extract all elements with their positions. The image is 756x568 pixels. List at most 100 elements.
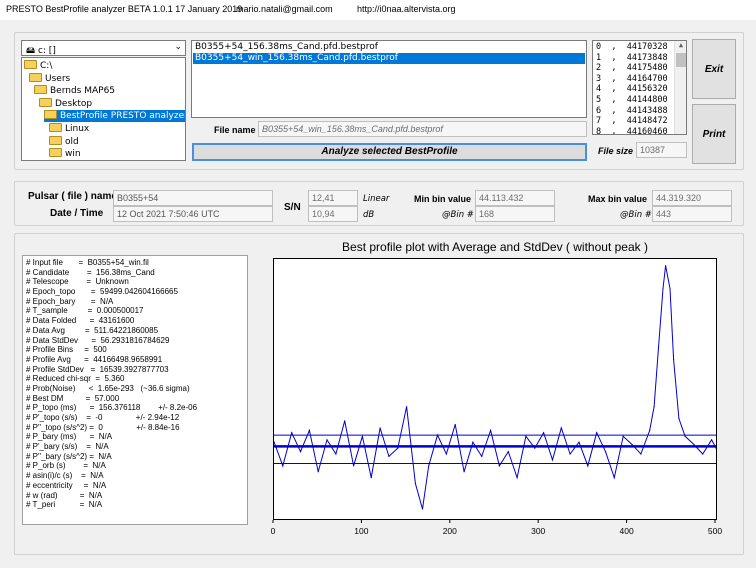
min-bin-value-label: Min bin value xyxy=(414,194,472,204)
x-tick-label: 200 xyxy=(443,526,457,536)
profile-point xyxy=(560,427,562,429)
profile-point xyxy=(665,265,667,267)
directory-item[interactable]: win xyxy=(49,148,81,160)
info-line: # Candidate = 156.38ms_Cand xyxy=(26,267,155,277)
author-email: mario.natali@gmail.com xyxy=(236,4,333,14)
bin-row[interactable]: 5 , 44144800 xyxy=(596,95,668,106)
info-line: # Best DM = 57.000 xyxy=(26,393,120,403)
profile-point xyxy=(291,432,293,434)
profile-point xyxy=(379,427,381,429)
drive-select[interactable]: 🖴 c: [] ⌄ xyxy=(21,40,186,56)
print-button[interactable]: Print xyxy=(692,104,736,164)
bin-row[interactable]: 2 , 44175480 xyxy=(596,63,668,74)
profile-point xyxy=(657,347,660,349)
file-item[interactable]: B0355+54_win_156.38ms_Cand.pfd.bestprof xyxy=(193,53,585,64)
directory-item[interactable]: Bernds MAP65 xyxy=(34,85,115,97)
folder-icon xyxy=(39,97,52,107)
profile-point xyxy=(640,453,642,455)
directory-item[interactable]: C:\ xyxy=(24,60,52,72)
profile-point xyxy=(428,465,430,467)
directory-label: win xyxy=(65,149,81,160)
profile-point xyxy=(454,423,456,426)
x-tick-label: 0 xyxy=(271,526,276,536)
analyze-button[interactable]: Analyze selected BestProfile xyxy=(192,143,587,161)
x-tick-label: 100 xyxy=(354,526,368,536)
profile-point xyxy=(596,432,598,434)
profile-point xyxy=(498,465,501,467)
profile-point xyxy=(631,443,633,446)
profile-point xyxy=(463,471,465,473)
info-line: # Reduced chi-sqr = 5.360 xyxy=(26,374,125,384)
profile-point xyxy=(587,465,589,467)
info-line: # Profile Avg = 44166498.9658991 xyxy=(26,354,163,364)
folder-icon xyxy=(29,72,42,82)
profile-point xyxy=(516,477,518,479)
file-list[interactable]: B0355+54_156.38ms_Cand.pfd.bestprof B0355… xyxy=(191,40,587,118)
drive-icon: 🖴 xyxy=(26,46,36,56)
bin-row[interactable]: 0 , 44170328 xyxy=(596,42,668,53)
profile-point xyxy=(662,287,664,290)
max-bin-value-label: Max bin value xyxy=(588,194,648,204)
directory-label: Desktop xyxy=(55,98,93,109)
scroll-up-icon[interactable]: ▲ xyxy=(676,41,686,52)
directory-item[interactable]: old xyxy=(49,135,79,148)
directory-item[interactable]: Linux xyxy=(49,123,89,135)
info-line: # P_bary (ms) = N/A xyxy=(26,432,113,442)
min-bin-index-label: @Bin # xyxy=(442,210,474,220)
scroll-thumb[interactable] xyxy=(676,53,686,67)
exit-button[interactable]: Exit xyxy=(692,39,736,99)
info-line: # P''_topo (s/s^2) = 0 +/- 8.84e-16 xyxy=(26,422,180,432)
profile-point xyxy=(672,358,675,361)
directory-label: BestProfile PRESTO analyzer 1.0.1.e xyxy=(60,111,186,122)
directory-item[interactable]: Users xyxy=(29,72,70,85)
chevron-down-icon[interactable]: ⌄ xyxy=(174,42,182,52)
profile-point xyxy=(669,287,671,290)
profile-point xyxy=(414,482,417,485)
file-size-field: 10387 xyxy=(636,142,687,158)
profile-point xyxy=(344,420,346,422)
info-line: # Data StdDev = 56.2931816784629 xyxy=(26,335,170,345)
bin-row[interactable]: 6 , 44143488 xyxy=(596,106,668,117)
profile-point xyxy=(326,439,328,441)
app-title: PRESTO BestProfile analyzer BETA 1.0.1 1… xyxy=(6,4,243,14)
info-line: # Profile Bins = 500 xyxy=(26,345,107,355)
profile-series-line xyxy=(273,265,717,510)
info-line: # P'_bary (s/s) = N/A xyxy=(26,442,109,452)
profile-point xyxy=(578,441,580,443)
max-bin-index-field: 443 xyxy=(652,206,732,222)
info-line: # w (rad) = N/A xyxy=(26,490,103,500)
bin-row[interactable]: 3 , 44164700 xyxy=(596,74,668,85)
profile-point xyxy=(653,406,655,408)
profile-point xyxy=(361,435,363,437)
profile-point xyxy=(507,451,509,453)
pulsar-name-field: B0355+54 xyxy=(113,190,273,206)
bin-list-scrollbar[interactable]: ▲ xyxy=(674,41,686,134)
info-line: # P_topo (ms) = 156.376118 +/- 8.2e-06 xyxy=(26,403,198,413)
profile-info-text[interactable]: # Input file = B0355+54_win.fil # Candida… xyxy=(22,255,248,525)
directory-item[interactable]: Desktop xyxy=(39,97,93,110)
file-item[interactable]: B0355+54_156.38ms_Cand.pfd.bestprof xyxy=(193,42,585,53)
profile-point xyxy=(534,447,536,449)
x-axis: 0 100 200 300 400 500 xyxy=(271,520,722,536)
profile-point xyxy=(388,455,390,457)
bin-row[interactable]: 1 , 44173848 xyxy=(596,53,668,64)
profile-point xyxy=(445,453,447,455)
info-line: # Data Avg = 511.64221860085 xyxy=(26,325,159,335)
file-size-label: File size xyxy=(598,146,634,156)
profile-point xyxy=(481,455,483,457)
profile-point xyxy=(436,434,439,436)
info-line: # Profile StdDev = 16539.3927877703 xyxy=(26,364,169,374)
directory-list[interactable]: C:\ Users Bernds MAP65 Desktop BestProfile P… xyxy=(21,57,186,161)
profile-point xyxy=(543,432,545,434)
folder-icon xyxy=(49,148,62,158)
profile-point xyxy=(702,453,704,455)
bin-row[interactable]: 4 , 44156320 xyxy=(596,84,668,95)
bin-row[interactable]: 7 , 44148472 xyxy=(596,116,668,127)
directory-item[interactable]: BestProfile PRESTO analyzer 1.0.1.e xyxy=(44,110,186,123)
profile-point xyxy=(684,435,686,437)
file-name-field[interactable]: B0355+54_win_156.38ms_Cand.pfd.bestprof xyxy=(258,121,587,137)
info-line: # Data Folded = 43161600 xyxy=(26,316,135,326)
bin-row[interactable]: 8 , 44160460 xyxy=(596,127,668,134)
profile-point xyxy=(649,429,651,431)
bin-values-list[interactable]: 0 , 44170328 1 , 44173848 2 , 44175480 3 , … xyxy=(592,40,687,135)
